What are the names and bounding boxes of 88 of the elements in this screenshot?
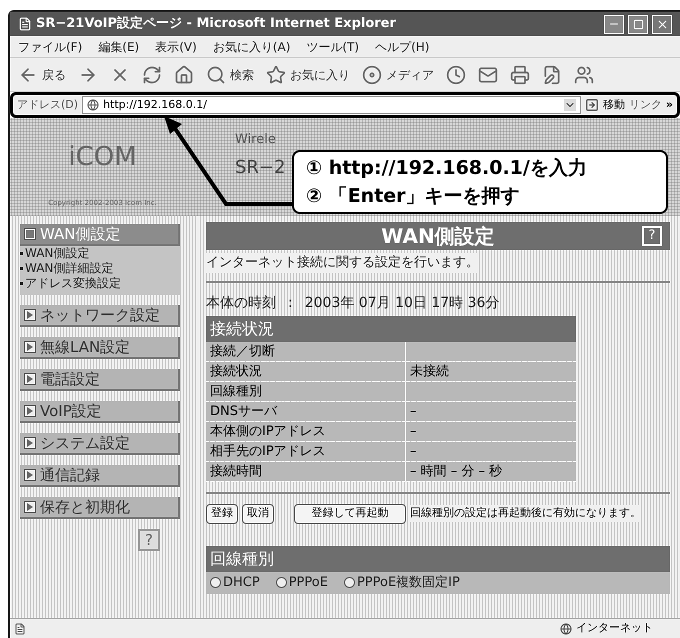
disc-icon — [362, 64, 382, 84]
table-cell: 本体側のIPアドレス — [206, 422, 406, 440]
refresh-icon — [142, 64, 162, 84]
table-cell: – 時間 – 分 – 秒 — [406, 462, 576, 480]
globe-icon — [87, 99, 100, 111]
edit-icon — [542, 64, 562, 84]
nav-button[interactable]: システム設定 — [20, 433, 180, 455]
triangle-box-icon — [24, 405, 36, 417]
triangle-box-icon — [24, 341, 36, 353]
submenu-link[interactable]: WAN側設定 — [20, 246, 180, 261]
form-button[interactable]: 登録して再起動 — [294, 504, 406, 524]
table-cell: 接続時間 — [206, 462, 406, 480]
table-cell: 回線種別 — [206, 382, 406, 400]
globe-icon — [560, 622, 572, 634]
close-button[interactable] — [652, 14, 672, 34]
menu-item[interactable]: ファイル(F) — [18, 38, 82, 56]
nav-button[interactable]: 保存と初期化 — [20, 497, 180, 519]
star-icon — [266, 64, 286, 84]
menu-item[interactable]: 編集(E) — [98, 38, 140, 56]
clock-separator: : — [288, 294, 293, 312]
radio-option[interactable]: DHCP — [210, 572, 260, 592]
table-cell: 未接続 — [406, 362, 576, 380]
nav-button[interactable]: VoIP設定 — [20, 401, 180, 423]
table-cell: – — [406, 422, 576, 440]
toolbar-button[interactable]: メディア — [358, 64, 438, 84]
toolbar-button[interactable]: 検索 — [202, 64, 258, 84]
triangle-box-icon — [24, 437, 36, 449]
triangle-box-icon — [24, 501, 36, 513]
menu-item[interactable]: お気に入り(A) — [212, 38, 290, 56]
table-cell: 接続／切断 — [206, 342, 406, 360]
menu-item[interactable]: ツール(T) — [306, 38, 360, 56]
toolbar-button[interactable]: 戻る — [14, 64, 70, 84]
clock-value: 2003年 07月 10日 17時 36分 — [304, 294, 500, 312]
callout-text: ② 「Enter」キーを押す — [306, 184, 521, 209]
zone-label: インターネット — [576, 620, 654, 636]
table-cell: 接続状況 — [206, 362, 406, 380]
minimize-button[interactable] — [604, 14, 624, 34]
table-cell: 相手先のIPアドレス — [206, 442, 406, 460]
nav-button[interactable]: 無線LAN設定 — [20, 337, 180, 359]
callout-text: ① http://192.168.0.1/を入力 — [306, 156, 588, 181]
section-header: 回線種別 — [206, 546, 670, 572]
table-header: 接続状況 — [206, 316, 576, 342]
search-icon — [206, 64, 226, 84]
clock-icon — [446, 64, 466, 84]
envelope-icon — [478, 64, 498, 84]
more-chevron[interactable]: » — [666, 96, 673, 114]
help-icon[interactable]: ? — [642, 226, 662, 246]
form-button[interactable]: 取消 — [242, 504, 274, 524]
product-subtitle: Wirele — [235, 131, 277, 149]
printer-icon — [510, 64, 530, 84]
triangle-box-icon — [24, 469, 36, 481]
table-cell: DNSサーバ — [206, 402, 406, 420]
home-icon — [174, 64, 194, 84]
help-icon[interactable]: ? — [138, 529, 160, 551]
toolbar-button[interactable]: お気に入り — [262, 64, 354, 84]
submenu-link[interactable]: アドレス変換設定 — [20, 276, 180, 291]
description: インターネット接続に関する設定を行います。 — [206, 253, 479, 272]
maximize-icon — [632, 18, 644, 30]
table-cell: – — [406, 402, 576, 420]
window-title: SR−21VoIP設定ページ - Microsoft Internet Explorer — [36, 14, 397, 34]
menu-item[interactable]: 表示(V) — [155, 38, 197, 56]
go-button[interactable]: 移動 — [584, 96, 625, 114]
people-icon — [574, 64, 594, 84]
checked-box-icon — [24, 228, 36, 240]
radio-option[interactable]: PPPoE — [276, 572, 328, 592]
nav-button[interactable]: ネットワーク設定 — [20, 305, 180, 327]
address-label: アドレス(D) — [17, 96, 78, 113]
maximize-button[interactable] — [628, 14, 648, 34]
radio-option[interactable]: PPPoE複数固定IP — [344, 572, 460, 592]
page-heading: WAN側設定 — [381, 223, 495, 250]
menu-item[interactable]: ヘルプ(H) — [375, 38, 430, 56]
dropdown-icon — [564, 99, 576, 111]
close-icon — [656, 18, 668, 30]
address-field[interactable]: http://192.168.0.1/ — [82, 96, 581, 114]
triangle-box-icon — [24, 309, 36, 321]
model-name: SR−2 — [235, 156, 286, 180]
nav-button[interactable]: 電話設定 — [20, 369, 180, 391]
note: 回線種別の設定は再起動後に有効になります。 — [410, 505, 641, 522]
nav-button[interactable]: 通信記録 — [20, 465, 180, 487]
clock-label: 本体の時刻 — [206, 294, 276, 312]
logo: iCOM — [68, 141, 137, 174]
submenu-link[interactable]: WAN側詳細設定 — [20, 261, 180, 276]
form-button[interactable]: 登録 — [206, 504, 238, 524]
page-icon — [18, 17, 32, 31]
table-cell: – — [406, 442, 576, 460]
links-label[interactable]: リンク — [628, 96, 662, 114]
page-icon — [14, 622, 26, 634]
triangle-box-icon — [24, 373, 36, 385]
